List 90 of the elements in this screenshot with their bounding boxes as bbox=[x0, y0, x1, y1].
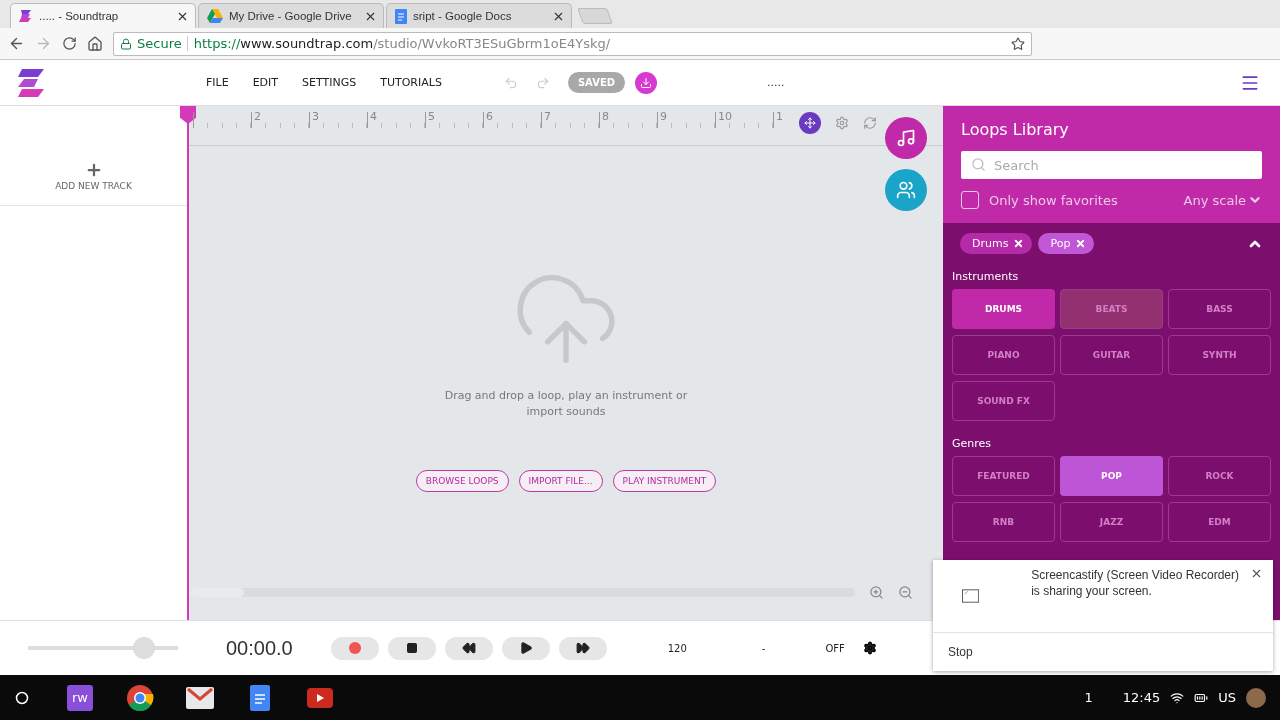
mail-app-icon[interactable] bbox=[186, 686, 214, 709]
keyboard-locale: US bbox=[1218, 690, 1236, 705]
wifi-icon bbox=[1170, 690, 1185, 705]
move-icon bbox=[804, 117, 816, 129]
time-display: 00:00.0 bbox=[226, 636, 293, 660]
slider-thumb[interactable] bbox=[132, 637, 155, 659]
instrument-tile[interactable]: PIANO bbox=[952, 335, 1055, 375]
menu-item[interactable]: SETTINGS bbox=[290, 76, 369, 89]
menu-item[interactable]: FILE bbox=[194, 76, 241, 89]
section-heading: Instruments bbox=[952, 270, 1020, 283]
browser-tab[interactable]: sript - Google Docs bbox=[386, 3, 572, 28]
genre-tile[interactable]: FEATURED bbox=[952, 456, 1055, 496]
secure-label: Secure bbox=[137, 36, 182, 51]
favorites-checkbox[interactable] bbox=[961, 191, 979, 209]
project-title: ..... bbox=[767, 76, 785, 89]
extension-app-icon[interactable]: rw bbox=[67, 684, 93, 711]
browser-tab[interactable]: ..... - Soundtrap bbox=[10, 3, 196, 28]
play-button[interactable] bbox=[501, 636, 550, 660]
logo-icon bbox=[18, 68, 44, 97]
instrument-tile[interactable]: BASS bbox=[1168, 289, 1271, 329]
rewind-button[interactable] bbox=[444, 636, 493, 660]
document-icon bbox=[395, 8, 407, 24]
filter-chip[interactable]: Drums bbox=[960, 233, 1033, 254]
play-icon bbox=[518, 641, 533, 655]
download-button[interactable] bbox=[635, 71, 658, 94]
instrument-tile[interactable]: BEATS bbox=[1060, 289, 1163, 329]
address-field[interactable]: Secure https://www.soundtrap.com/studio/WvkoRT3ESuGbrm1oE4Yskg/ bbox=[113, 31, 1032, 56]
empty-message: Drag and drop a loop, play an instrument or import sounds bbox=[443, 388, 689, 420]
genre-tile[interactable]: RNB bbox=[952, 502, 1055, 542]
instrument-tile[interactable]: SOUND FX bbox=[952, 381, 1055, 421]
menu-item[interactable]: TUTORIALS bbox=[368, 76, 454, 89]
avatar-icon[interactable] bbox=[1246, 687, 1266, 708]
remove-icon bbox=[1013, 238, 1025, 249]
menu-item[interactable]: EDIT bbox=[240, 76, 291, 89]
favorites-label: Only show favorites bbox=[989, 192, 1118, 208]
browser-tab[interactable]: My Drive - Google Drive bbox=[198, 3, 384, 28]
stop-button[interactable] bbox=[387, 636, 436, 660]
genre-tile[interactable]: ROCK bbox=[1168, 456, 1271, 496]
launcher-icon[interactable] bbox=[14, 689, 30, 706]
action-button[interactable]: IMPORT FILE... bbox=[518, 470, 603, 492]
url-text: https://www.soundtrap.com/studio/WvkoRT3ESuGbrm1oE4Yskg/ bbox=[186, 36, 611, 51]
instrument-tile[interactable]: GUITAR bbox=[1060, 335, 1163, 375]
metronome-value[interactable]: OFF bbox=[825, 642, 845, 654]
search-icon bbox=[971, 157, 986, 172]
bookmark-star-icon[interactable] bbox=[1011, 36, 1025, 51]
notification-count: 1 bbox=[1084, 690, 1093, 705]
instrument-tile[interactable]: SYNTH bbox=[1168, 335, 1271, 375]
genre-tile[interactable]: POP bbox=[1060, 456, 1163, 496]
filter-chip[interactable]: Pop bbox=[1038, 233, 1095, 254]
zoom-out-icon[interactable] bbox=[898, 584, 913, 600]
rewind-icon bbox=[461, 641, 476, 655]
remove-icon bbox=[1075, 238, 1087, 249]
fast-forward-button[interactable] bbox=[558, 636, 607, 660]
playhead-marker[interactable] bbox=[180, 106, 196, 124]
instrument-tile[interactable]: DRUMS bbox=[952, 289, 1055, 329]
fast-forward-icon bbox=[575, 641, 590, 655]
action-button[interactable]: PLAY INSTRUMENT bbox=[612, 470, 717, 492]
video-app-icon[interactable] bbox=[307, 687, 333, 708]
notification-message: Screencastify (Screen Video Recorder) is sharing your screen. bbox=[1031, 567, 1240, 600]
search-field[interactable]: Search bbox=[961, 151, 1262, 179]
stop-button[interactable]: Stop bbox=[933, 633, 1273, 671]
horizontal-scrollbar[interactable] bbox=[189, 587, 855, 597]
record-button[interactable] bbox=[330, 636, 379, 660]
record-icon bbox=[348, 642, 361, 654]
clock: 12:45 bbox=[1122, 690, 1161, 705]
people-icon bbox=[896, 180, 916, 200]
stop-icon bbox=[405, 642, 418, 654]
screen-icon bbox=[962, 589, 980, 603]
browser-app-icon[interactable] bbox=[126, 683, 154, 712]
genre-tile[interactable]: EDM bbox=[1168, 502, 1271, 542]
action-button[interactable]: BROWSE LOOPS bbox=[415, 470, 509, 492]
lock-icon bbox=[120, 37, 132, 50]
zoom-in-icon[interactable] bbox=[869, 584, 884, 600]
settings-icon[interactable] bbox=[862, 641, 877, 655]
key-value[interactable]: - bbox=[761, 642, 766, 654]
move-button[interactable] bbox=[799, 112, 821, 134]
genre-tile[interactable]: JAZZ bbox=[1060, 502, 1163, 542]
music-note-icon bbox=[896, 128, 916, 148]
home-icon[interactable] bbox=[87, 35, 103, 52]
panel-title: Loops Library bbox=[961, 120, 1070, 139]
download-icon bbox=[640, 76, 653, 89]
logo-icon bbox=[19, 9, 33, 23]
saved-badge: SAVED bbox=[567, 72, 626, 93]
back-icon[interactable] bbox=[8, 35, 25, 52]
document-app-icon[interactable] bbox=[250, 684, 270, 711]
triangle-icon bbox=[207, 9, 223, 23]
reload-icon[interactable] bbox=[62, 36, 77, 51]
scale-dropdown[interactable]: Any scale bbox=[1183, 192, 1262, 208]
tempo-value[interactable]: 120 bbox=[667, 642, 687, 654]
section-heading: Genres bbox=[952, 437, 993, 450]
